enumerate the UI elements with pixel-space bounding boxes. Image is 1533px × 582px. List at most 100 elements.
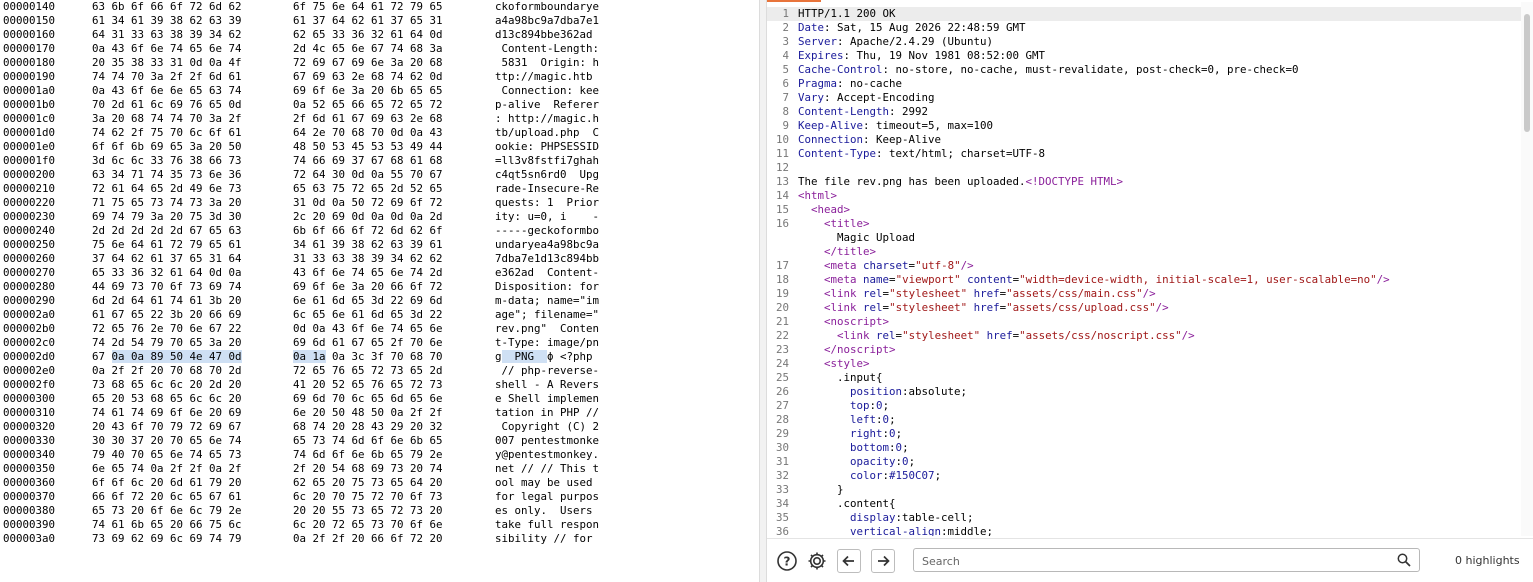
hex-row[interactable]: 000002d0 67 0a 0a 89 50 4e 47 0d 0a 1a 0a … <box>0 350 759 364</box>
line-text[interactable]: Server: Apache/2.4.29 (Ubuntu) <box>798 35 993 49</box>
hex-bytes-group[interactable]: 43 6f 6e 74 65 6e 74 2d <box>293 266 443 280</box>
hex-row[interactable]: 00000390 74 61 6b 65 20 66 75 6c 6c 20 72 … <box>0 518 759 532</box>
hex-bytes-group[interactable]: 3a 20 68 74 74 70 3a 2f <box>92 112 242 126</box>
code-line[interactable]: 2 Date: Sat, 15 Aug 2026 22:48:59 GMT <box>767 21 1521 35</box>
hex-bytes-group[interactable]: 30 30 37 20 70 65 6e 74 <box>92 434 242 448</box>
hex-bytes-group[interactable]: 44 69 73 70 6f 73 69 74 <box>92 280 242 294</box>
hex-bytes-group[interactable]: 61 67 65 22 3b 20 66 69 <box>92 308 242 322</box>
line-text[interactable]: } <box>798 483 844 497</box>
hex-bytes-group[interactable]: 6e 20 50 48 50 0a 2f 2f <box>293 406 443 420</box>
hex-bytes-group[interactable]: 64 2e 70 68 70 0d 0a 43 <box>293 126 443 140</box>
hex-bytes-group[interactable]: 74 61 6b 65 20 66 75 6c <box>92 518 242 532</box>
code-line[interactable]: 36 vertical-align:middle; <box>767 525 1521 536</box>
hex-bytes-group[interactable]: 75 6e 64 61 72 79 65 61 <box>92 238 242 252</box>
hex-bytes-group[interactable]: 41 20 52 65 76 65 72 73 <box>293 378 443 392</box>
hex-bytes-group[interactable]: 74 74 70 3a 2f 2f 6d 61 <box>92 70 242 84</box>
code-line[interactable]: 21 <noscript> <box>767 315 1521 329</box>
hex-bytes-group[interactable]: 69 74 79 3a 20 75 3d 30 <box>92 210 242 224</box>
code-line[interactable]: 33 } <box>767 483 1521 497</box>
hex-bytes-group[interactable]: 69 6d 70 6c 65 6d 65 6e <box>293 392 443 406</box>
line-text[interactable]: <noscript> <box>798 315 889 329</box>
hex-row[interactable]: 00000290 6d 2d 64 61 74 61 3b 20 6e 61 6d … <box>0 294 759 308</box>
line-text[interactable]: color:#150C07; <box>798 469 941 483</box>
hex-bytes-group[interactable]: 61 37 64 62 61 37 65 31 <box>293 14 443 28</box>
hex-row[interactable]: 00000220 71 75 65 73 74 73 3a 20 31 0d 0a … <box>0 196 759 210</box>
hex-row[interactable]: 00000310 74 61 74 69 6f 6e 20 69 6e 20 50 … <box>0 406 759 420</box>
hex-bytes-group[interactable]: 31 33 63 38 39 34 62 62 <box>293 252 443 266</box>
line-text[interactable]: Content-Length: 2992 <box>798 105 928 119</box>
hex-bytes-group[interactable]: 71 75 65 73 74 73 3a 20 <box>92 196 242 210</box>
hex-bytes-selected[interactable]: 0a 0a 89 50 4e 47 0d <box>111 350 242 363</box>
hex-ascii[interactable]: -----geckoformbo <box>495 224 599 238</box>
hex-bytes-group[interactable]: 74 6d 6f 6e 6b 65 79 2e <box>293 448 443 462</box>
line-text[interactable]: <meta charset="utf-8"/> <box>798 259 974 273</box>
hex-row[interactable]: 00000330 30 30 37 20 70 65 6e 74 65 73 74 … <box>0 434 759 448</box>
hex-bytes-group[interactable]: 72 64 30 0d 0a 55 70 67 <box>293 168 443 182</box>
code-line[interactable]: 23 </noscript> <box>767 343 1521 357</box>
hex-bytes-group[interactable]: 66 6f 72 20 6c 65 67 61 <box>92 490 242 504</box>
hex-row[interactable]: 00000150 61 34 61 39 38 62 63 39 61 37 64 … <box>0 14 759 28</box>
hex-ascii[interactable]: ity: u=0, i - <box>495 210 599 224</box>
code-line[interactable]: 26 position:absolute; <box>767 385 1521 399</box>
code-line[interactable]: 35 display:table-cell; <box>767 511 1521 525</box>
hex-ascii[interactable]: =ll3v8fstfi7ghah <box>495 154 599 168</box>
hex-ascii[interactable]: e Shell implemen <box>495 392 599 406</box>
hex-bytes-group[interactable]: 2f 6d 61 67 69 63 2e 68 <box>293 112 443 126</box>
code-line[interactable]: Magic Upload <box>767 231 1521 245</box>
line-text[interactable]: <html> <box>798 189 837 203</box>
code-line[interactable]: 9 Keep-Alive: timeout=5, max=100 <box>767 119 1521 133</box>
hex-ascii[interactable]: m-data; name="im <box>495 294 599 308</box>
hex-bytes-group[interactable]: 70 2d 61 6c 69 76 65 0d <box>92 98 242 112</box>
hex-ascii[interactable]: // php-reverse- <box>495 364 600 378</box>
line-text[interactable]: opacity:0; <box>798 455 915 469</box>
hex-bytes-selected[interactable]: 0a 1a <box>293 350 326 363</box>
hex-ascii[interactable]: ool may be used <box>495 476 599 490</box>
code-line[interactable]: 1 HTTP/1.1 200 OK <box>767 7 1521 21</box>
hex-ascii[interactable]: 007 pentestmonke <box>495 434 599 448</box>
code-line[interactable]: 12 <box>767 161 1521 175</box>
help-button[interactable]: ? <box>775 549 799 573</box>
line-text[interactable]: left:0; <box>798 413 896 427</box>
hex-bytes-group[interactable]: 0a 1a 0a 3c 3f 70 68 70 <box>293 350 443 364</box>
hex-row[interactable]: 00000190 74 74 70 3a 2f 2f 6d 61 67 69 63 … <box>0 70 759 84</box>
code-line[interactable]: 27 top:0; <box>767 399 1521 413</box>
line-text[interactable]: <style> <box>798 357 870 371</box>
hex-ascii[interactable]: t-Type: image/pn <box>495 336 599 350</box>
hex-bytes-group[interactable]: 73 68 65 6c 6c 20 2d 20 <box>92 378 242 392</box>
hex-bytes-group[interactable]: 62 65 20 75 73 65 64 20 <box>293 476 443 490</box>
code-line[interactable]: 15 <head> <box>767 203 1521 217</box>
hex-ascii[interactable]: rev.png" Conten <box>495 322 599 336</box>
hex-bytes-group[interactable]: 69 6d 61 67 65 2f 70 6e <box>293 336 443 350</box>
line-text[interactable]: </title> <box>798 245 876 259</box>
hex-row[interactable]: 000001c0 3a 20 68 74 74 70 3a 2f 2f 6d 61 … <box>0 112 759 126</box>
code-line[interactable]: 14 <html> <box>767 189 1521 203</box>
hex-bytes-group[interactable]: 0a 2f 2f 20 70 68 70 2d <box>92 364 242 378</box>
hex-bytes-group[interactable]: 6f 75 6e 64 61 72 79 65 <box>293 0 443 14</box>
hex-row[interactable]: 00000360 6f 6f 6c 20 6d 61 79 20 62 65 20 … <box>0 476 759 490</box>
line-text[interactable]: bottom:0; <box>798 441 909 455</box>
hex-ascii[interactable]: c4qt5sn6rd0 Upg <box>495 168 599 182</box>
search-input[interactable] <box>920 551 1394 571</box>
hex-ascii[interactable]: Copyright (C) 2 <box>495 420 600 434</box>
code-line[interactable]: 24 <style> <box>767 357 1521 371</box>
code-line[interactable]: 19 <link rel="stylesheet" href="assets/c… <box>767 287 1521 301</box>
hex-editor-pane[interactable]: 00000140 63 6b 6f 66 6f 72 6d 62 6f 75 6e … <box>0 0 759 582</box>
hex-row[interactable]: 00000280 44 69 73 70 6f 73 69 74 69 6f 6e … <box>0 280 759 294</box>
hex-ascii[interactable]: sibility // for <box>495 532 593 546</box>
hex-bytes-group[interactable]: 6f 6f 6b 69 65 3a 20 50 <box>92 140 242 154</box>
hex-ascii[interactable]: ookie: PHPSESSID <box>495 140 599 154</box>
hex-row[interactable]: 000001a0 0a 43 6f 6e 6e 65 63 74 69 6f 6e … <box>0 84 759 98</box>
hex-row[interactable]: 00000160 64 31 33 63 38 39 34 62 62 65 33 … <box>0 28 759 42</box>
hex-ascii[interactable]: for legal purpos <box>495 490 599 504</box>
hex-ascii[interactable]: Disposition: for <box>495 280 599 294</box>
hex-ascii[interactable]: p-alive Referer <box>495 98 599 112</box>
hex-bytes-group[interactable]: 2c 20 69 0d 0a 0d 0a 2d <box>293 210 443 224</box>
line-text[interactable]: Connection: Keep-Alive <box>798 133 941 147</box>
code-line[interactable]: 31 opacity:0; <box>767 455 1521 469</box>
hex-bytes-group[interactable]: 0a 2f 2f 20 66 6f 72 20 <box>293 532 443 546</box>
settings-button[interactable] <box>805 549 829 573</box>
hex-bytes-group[interactable]: 74 62 2f 75 70 6c 6f 61 <box>92 126 242 140</box>
search-icon[interactable] <box>1397 553 1411 567</box>
hex-ascii[interactable]: age"; filename=" <box>495 308 599 322</box>
hex-bytes-group[interactable]: 61 34 61 39 38 62 63 39 <box>92 14 242 28</box>
